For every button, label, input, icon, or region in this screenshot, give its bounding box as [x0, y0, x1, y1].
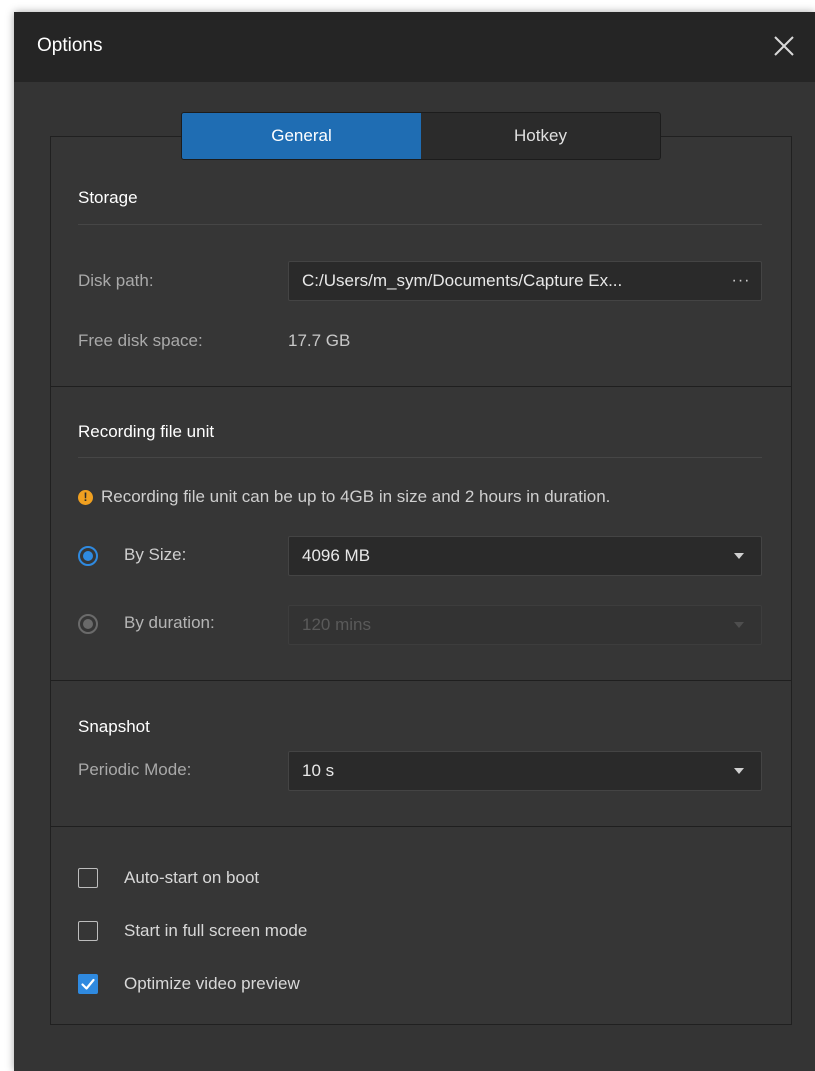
- optimize-preview-checkbox[interactable]: [78, 974, 98, 994]
- by-duration-select[interactable]: 120 mins: [288, 605, 762, 645]
- by-size-select[interactable]: 4096 MB: [288, 536, 762, 576]
- close-icon[interactable]: [771, 33, 797, 59]
- periodic-mode-select[interactable]: 10 s: [288, 751, 762, 791]
- recording-notice-text: Recording file unit can be up to 4GB in …: [101, 487, 611, 506]
- tab-hotkey[interactable]: Hotkey: [421, 113, 660, 159]
- section-separator: [51, 386, 791, 387]
- browse-button[interactable]: ···: [721, 272, 761, 290]
- free-space-value: 17.7 GB: [288, 331, 351, 350]
- by-size-radio[interactable]: [78, 546, 98, 566]
- periodic-mode-label: Periodic Mode:: [78, 760, 192, 779]
- periodic-mode-value: 10 s: [302, 761, 335, 780]
- tab-general[interactable]: General: [182, 113, 421, 159]
- recording-divider: [78, 457, 762, 458]
- chevron-down-icon: [717, 767, 761, 775]
- by-size-value: 4096 MB: [302, 546, 371, 565]
- recording-section-title: Recording file unit: [78, 422, 215, 441]
- optimize-preview-label: Optimize video preview: [124, 974, 300, 993]
- storage-section-title: Storage: [78, 188, 138, 207]
- storage-divider: [78, 224, 762, 225]
- disk-path-value: C:/Users/m_sym/Documents/Capture Ex...: [302, 271, 623, 290]
- auto-start-checkbox[interactable]: [78, 868, 98, 888]
- full-screen-checkbox[interactable]: [78, 921, 98, 941]
- recording-notice: ! Recording file unit can be up to 4GB i…: [78, 487, 610, 507]
- by-duration-radio[interactable]: [78, 614, 98, 634]
- full-screen-label: Start in full screen mode: [124, 921, 308, 940]
- snapshot-section-title: Snapshot: [78, 717, 150, 736]
- check-icon: [81, 978, 95, 990]
- title-bar: Options: [14, 12, 815, 82]
- disk-path-field[interactable]: C:/Users/m_sym/Documents/Capture Ex... ·…: [288, 261, 762, 301]
- warning-icon: !: [78, 489, 93, 505]
- by-size-label: By Size:: [124, 545, 187, 564]
- chevron-down-icon: [717, 552, 761, 560]
- options-dialog: Options Storage Disk path: C:/Users/m_sy…: [14, 12, 815, 1071]
- free-space-label: Free disk space:: [78, 331, 203, 350]
- tab-bar: General Hotkey: [181, 112, 661, 160]
- auto-start-label: Auto-start on boot: [124, 868, 260, 887]
- by-duration-value: 120 mins: [302, 615, 371, 634]
- general-panel: Storage Disk path: C:/Users/m_sym/Docume…: [50, 136, 792, 1025]
- section-separator: [51, 826, 791, 827]
- disk-path-label: Disk path:: [78, 271, 154, 290]
- section-separator: [51, 680, 791, 681]
- chevron-down-icon: [717, 621, 761, 629]
- dialog-title: Options: [37, 35, 103, 56]
- by-duration-label: By duration:: [124, 613, 215, 632]
